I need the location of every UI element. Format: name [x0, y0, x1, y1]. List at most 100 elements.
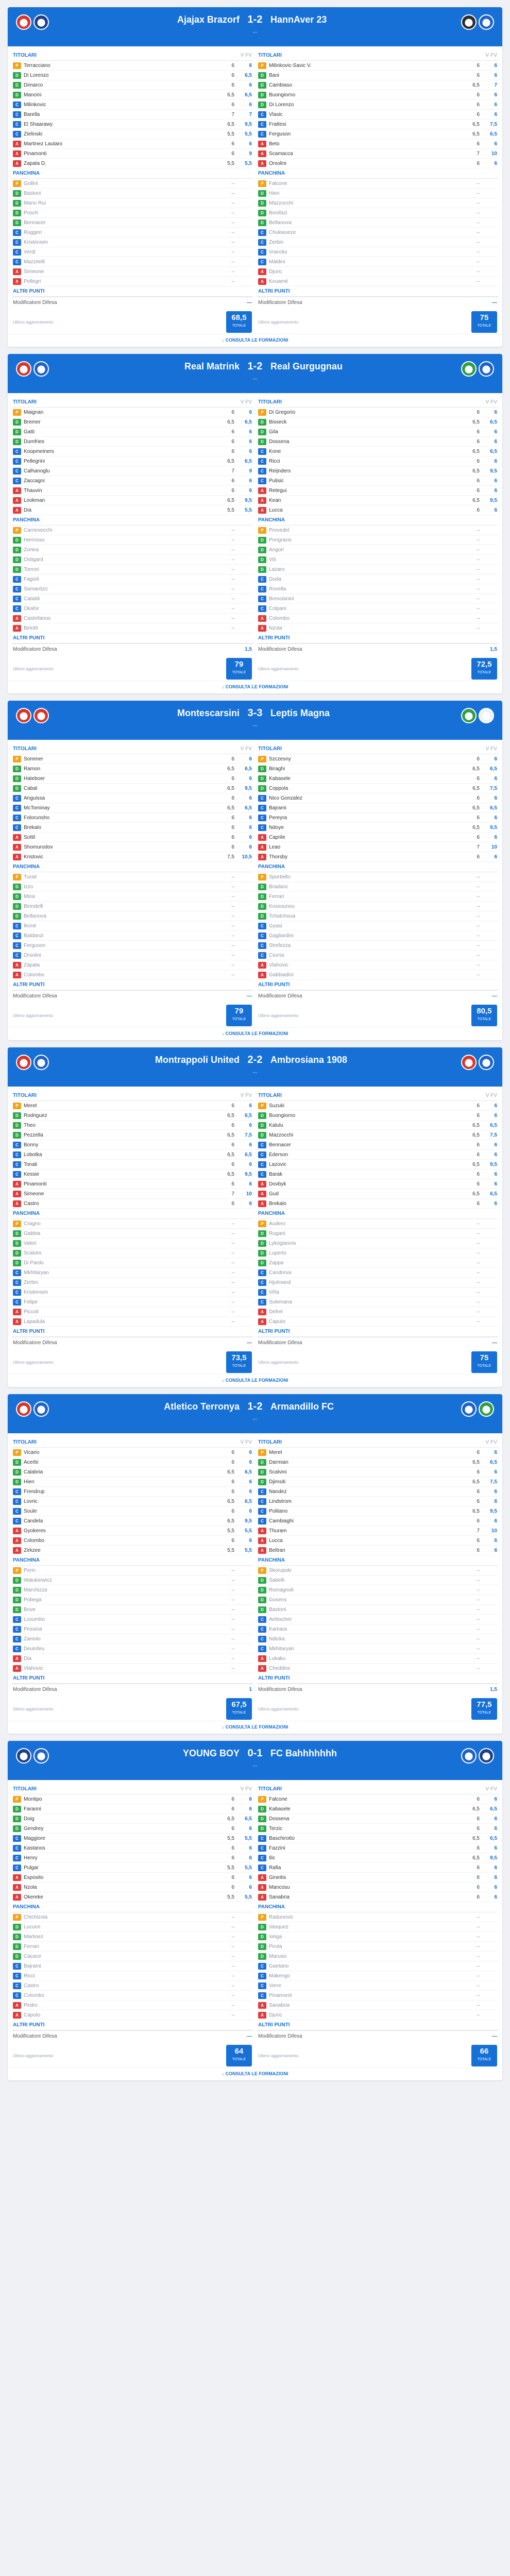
bench-row[interactable]: D Lazaro –	[257, 565, 498, 574]
bench-row[interactable]: D Veiga –	[257, 1932, 498, 1942]
show-formation-link[interactable]: ↓ CONSULTA LE FORMAZIONI	[8, 1721, 502, 1734]
bench-row[interactable]: C Colpani –	[257, 604, 498, 614]
away-team-name[interactable]: FC Bahhhhhhh	[270, 1748, 337, 1759]
player-row[interactable]: A Thauvin 6 6	[12, 486, 253, 496]
bench-row[interactable]: D Viti –	[257, 555, 498, 565]
player-row[interactable]: C Tonali 6 6	[12, 1160, 253, 1170]
player-row[interactable]: A Dia 5,5 5,5	[12, 505, 253, 515]
player-row[interactable]: C Soule 6 6	[12, 1506, 253, 1516]
player-row[interactable]: A Gineitis 6 6	[257, 1873, 498, 1883]
bench-row[interactable]: C Bajrami –	[12, 1961, 253, 1971]
bench-row[interactable]: A Piccoli –	[12, 1307, 253, 1317]
bench-row[interactable]: A Caputo –	[257, 1317, 498, 1327]
player-row[interactable]: D Pezzella 6,5 7,5	[12, 1130, 253, 1140]
bench-row[interactable]: D Bellanova –	[12, 911, 253, 921]
player-row[interactable]: C Kastanos 6 6	[12, 1843, 253, 1853]
player-row[interactable]: D Kabasele 6,5 6,5	[257, 1804, 498, 1814]
player-row[interactable]: D Bisseck 6,5 6,5	[257, 417, 498, 427]
player-row[interactable]: C Candela 6,5 9,5	[12, 1516, 253, 1526]
bench-row[interactable]: P Sportiello –	[257, 872, 498, 882]
bench-row[interactable]: A Djuric –	[257, 2010, 498, 2020]
bench-row[interactable]: D Angori –	[257, 545, 498, 555]
player-row[interactable]: P Maignan 6 6	[12, 408, 253, 417]
bench-row[interactable]: D Romagnoli –	[257, 1585, 498, 1595]
bench-row[interactable]: C Pinamonti –	[257, 1991, 498, 2001]
player-row[interactable]: C Koopmeiners 6 6	[12, 447, 253, 456]
player-row[interactable]: P Suzuki 6 6	[257, 1101, 498, 1111]
bench-row[interactable]: C Colombo –	[12, 1991, 253, 2001]
player-row[interactable]: C Pellegrini 6,5 6,5	[12, 456, 253, 466]
away-team-name[interactable]: HannAver 23	[270, 14, 327, 25]
bench-row[interactable]: C Zerbin –	[12, 1278, 253, 1287]
bench-row[interactable]: C Ferguson –	[12, 941, 253, 951]
player-row[interactable]: A Martinez Lautaro 6 6	[12, 139, 253, 149]
player-row[interactable]: A Sanabria 6 6	[257, 1892, 498, 1902]
bench-row[interactable]: D Tomori –	[12, 565, 253, 574]
player-row[interactable]: C Nandez 6 6	[257, 1487, 498, 1497]
bench-row[interactable]: P Radunovic –	[257, 1912, 498, 1922]
bench-row[interactable]: D Izzo –	[12, 882, 253, 892]
bench-row[interactable]: D Marusic –	[257, 1952, 498, 1961]
bench-row[interactable]: C Okafor –	[12, 604, 253, 614]
bench-row[interactable]: D Lucumi –	[12, 1922, 253, 1932]
player-row[interactable]: D Dumfries 6 6	[12, 437, 253, 447]
player-row[interactable]: D Di Lorenzo 6 6,5	[12, 71, 253, 80]
bench-row[interactable]: A Lapadula –	[12, 1317, 253, 1327]
bench-row[interactable]: C Mkhitaryan –	[257, 1644, 498, 1654]
player-row[interactable]: C Lindstrom 6 6	[257, 1497, 498, 1506]
bench-row[interactable]: D Gosens –	[257, 1595, 498, 1605]
bench-row[interactable]: D Kossounou –	[257, 902, 498, 911]
player-row[interactable]: D Mazzocchi 6,5 7,5	[257, 1130, 498, 1140]
player-row[interactable]: C Ricci 6 6	[257, 456, 498, 466]
player-row[interactable]: D Kabasele 6 6	[257, 774, 498, 784]
bench-row[interactable]: C Hjulmand –	[257, 1278, 498, 1287]
bench-row[interactable]: C Mkhitaryan –	[12, 1268, 253, 1278]
bench-row[interactable]: D Zappa –	[257, 1258, 498, 1268]
player-row[interactable]: C Politano 6,5 9,5	[257, 1506, 498, 1516]
player-row[interactable]: D Calabria 6,5 6,5	[12, 1467, 253, 1477]
bench-row[interactable]: A Kouamè –	[257, 277, 498, 286]
bench-row[interactable]: D Bradaric –	[257, 882, 498, 892]
player-row[interactable]: P Terracciano 6 6	[12, 61, 253, 71]
bench-row[interactable]: D Zortea –	[12, 545, 253, 555]
player-row[interactable]: C Kessie 6,5 9,5	[12, 1170, 253, 1179]
player-row[interactable]: A Scamacca 7 10	[257, 149, 498, 159]
bench-row[interactable]: P Perin –	[12, 1566, 253, 1575]
bench-row[interactable]: D Birindelli –	[12, 902, 253, 911]
away-team-name[interactable]: Ambrosiana 1908	[270, 1055, 347, 1065]
bench-row[interactable]: C Brescianini –	[257, 594, 498, 604]
show-formation-link[interactable]: ↓ CONSULTA LE FORMAZIONI	[8, 2067, 502, 2080]
bench-row[interactable]: P Falcone –	[257, 179, 498, 189]
player-row[interactable]: A Beltran 6 6	[257, 1546, 498, 1555]
bench-row[interactable]: C Ricci –	[12, 1971, 253, 1981]
bench-row[interactable]: C Maldini –	[257, 257, 498, 267]
player-row[interactable]: A Gud 6,5 6,5	[257, 1189, 498, 1199]
bench-row[interactable]: D Di Pardo –	[12, 1258, 253, 1268]
player-row[interactable]: A Sottil 6 6	[12, 833, 253, 842]
bench-row[interactable]: C Vranckx –	[257, 247, 498, 257]
show-formation-link[interactable]: ↓ CONSULTA LE FORMAZIONI	[8, 1027, 502, 1040]
bench-row[interactable]: A Gabbiadini –	[257, 970, 498, 980]
bench-row[interactable]: C Duda –	[257, 574, 498, 584]
player-row[interactable]: A Okereke 5,5 5,5	[12, 1892, 253, 1902]
bench-row[interactable]: A Lukaku –	[257, 1654, 498, 1664]
bench-row[interactable]: C Ruggeri –	[12, 228, 253, 238]
player-row[interactable]: D Doig 6,5 6,5	[12, 1814, 253, 1824]
player-row[interactable]: A Simeone 7 10	[12, 1189, 253, 1199]
player-row[interactable]: D Buongiorno 6 6	[257, 90, 498, 100]
player-row[interactable]: A Beto 6 6	[257, 139, 498, 149]
player-row[interactable]: C Ndoye 6,5 9,5	[257, 823, 498, 833]
player-row[interactable]: D Gatti 6 6	[12, 427, 253, 437]
bench-row[interactable]: A Defrel –	[257, 1307, 498, 1317]
bench-row[interactable]: C Kristensen –	[12, 1287, 253, 1297]
bench-row[interactable]: A Castellanos –	[12, 614, 253, 623]
player-row[interactable]: D Scalvini 6 6	[257, 1467, 498, 1477]
bench-row[interactable]: C Ikonè –	[12, 921, 253, 931]
bench-row[interactable]: C Gyasi –	[257, 921, 498, 931]
bench-row[interactable]: D Lykogiannis –	[257, 1239, 498, 1248]
bench-row[interactable]: C Baldanzi –	[12, 931, 253, 941]
bench-row[interactable]: C Gagliardini –	[257, 931, 498, 941]
player-row[interactable]: D Acerbi 6 6	[12, 1458, 253, 1467]
bench-row[interactable]: D Bastoni –	[12, 189, 253, 198]
player-row[interactable]: C Frendrup 6 6	[12, 1487, 253, 1497]
